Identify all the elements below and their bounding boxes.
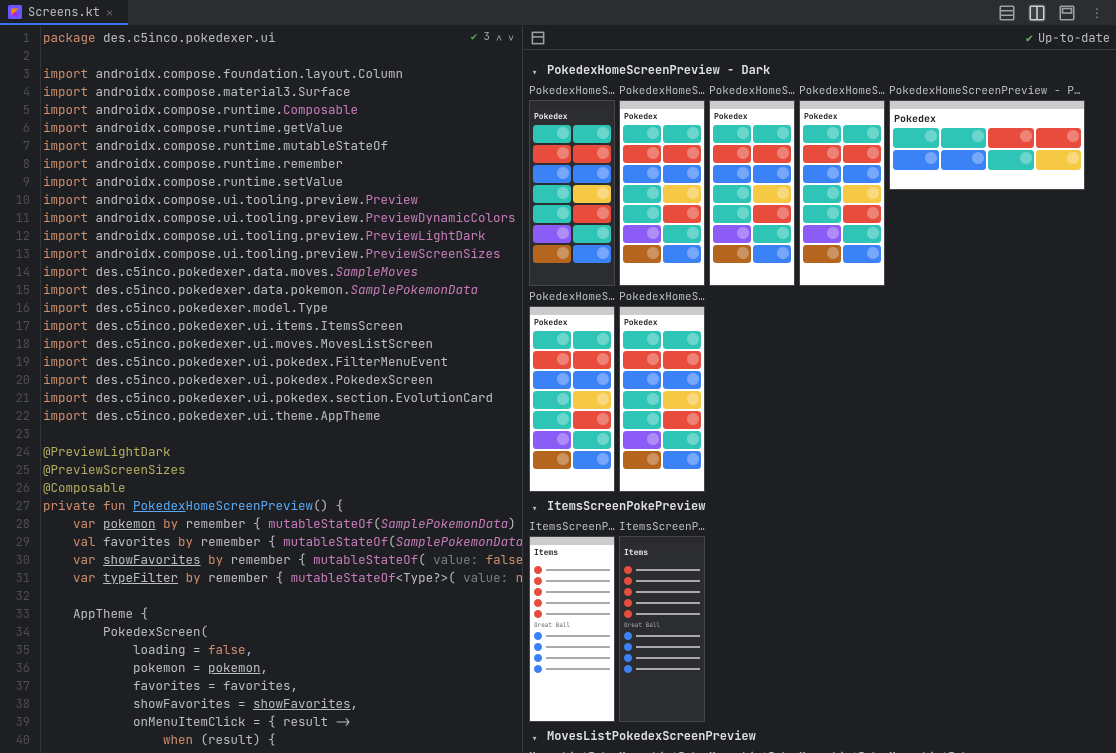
preview-group-title: MovesListPokedexScreenPreview xyxy=(547,728,756,744)
preview-cell: PokedexHomeScreenP... Pokedex xyxy=(619,84,705,286)
chevron-down-icon[interactable]: ∨ xyxy=(508,31,514,44)
chevron-down-icon: ▾ xyxy=(531,731,541,741)
preview-label: PokedexHomeScreenP... xyxy=(799,84,885,98)
preview-thumbnail[interactable]: ItemsGreat Ball xyxy=(619,536,705,722)
preview-group-title: PokedexHomeScreenPreview - Dark xyxy=(547,62,770,78)
editor-tab-bar: Screens.kt ✕ ⋮ xyxy=(0,0,1116,26)
file-tab-label: Screens.kt xyxy=(28,4,100,20)
file-tab[interactable]: Screens.kt ✕ xyxy=(0,0,128,25)
preview-label: PokedexHomeScreenP... xyxy=(529,84,615,98)
kotlin-file-icon xyxy=(8,5,22,19)
preview-label: PokedexHomeScreenP... xyxy=(529,290,615,304)
preview-thumbnail[interactable]: Pokedex xyxy=(799,100,885,286)
preview-thumbnail[interactable]: ItemsGreat Ball xyxy=(529,536,615,722)
preview-group-header[interactable]: ▾ MovesListPokedexScreenPreview xyxy=(531,728,1108,744)
preview-thumbnail[interactable]: Pokedex xyxy=(529,306,615,492)
preview-thumbnail[interactable]: Pokedex xyxy=(709,100,795,286)
editor-inspections[interactable]: ✔ 3 ∧ ∨ xyxy=(471,30,514,44)
preview-cell: PokedexHomeScreenP... Pokedex xyxy=(709,84,795,286)
preview-label: PokedexHomeScreenP... xyxy=(709,84,795,98)
preview-cell: PokedexHomeScreenP... Pokedex xyxy=(529,290,615,492)
code-editor[interactable]: 1234567891011121314151617181920212223242… xyxy=(0,26,522,753)
chevron-down-icon: ▾ xyxy=(531,501,541,511)
design-view-icon[interactable] xyxy=(1058,4,1076,22)
preview-thumbnail[interactable]: Pokedex xyxy=(889,100,1085,190)
code-area[interactable]: package des.c5inco.pokedexer.uiimport an… xyxy=(40,26,522,753)
preview-group-header[interactable]: ▾ PokedexHomeScreenPreview - Dark xyxy=(531,62,1108,78)
preview-cell: PokedexHomeScreenP... Pokedex xyxy=(799,84,885,286)
preview-status: Up-to-date xyxy=(1038,30,1110,46)
preview-scroll-area[interactable]: ▾ PokedexHomeScreenPreview - Dark PokedexH… xyxy=(523,50,1116,753)
preview-thumbnail[interactable]: Pokedex xyxy=(619,306,705,492)
preview-label: ItemsScreenPokePrevi... xyxy=(619,520,705,534)
chevron-up-icon[interactable]: ∧ xyxy=(496,31,502,44)
preview-group-title: ItemsScreenPokePreview xyxy=(547,498,705,514)
split-view-icon[interactable] xyxy=(1028,4,1046,22)
preview-cell: ItemsScreenPokePrevi... ItemsGreat Ball xyxy=(529,520,615,722)
preview-label: PokedexHomeScreenP... xyxy=(619,290,705,304)
preview-cell: PokedexHomeScreenP... Pokedex xyxy=(619,290,705,492)
preview-cell: PokedexHomeScreenPreview - Phone - Lands… xyxy=(889,84,1085,286)
problems-count: 3 xyxy=(483,30,490,44)
compose-preview-panel: ✔ Up-to-date ▾ PokedexHomeScreenPreview -… xyxy=(522,26,1116,753)
code-view-icon[interactable] xyxy=(998,4,1016,22)
preview-cell: ItemsScreenPokePrevi... ItemsGreat Ball xyxy=(619,520,705,722)
close-icon[interactable]: ✕ xyxy=(106,5,120,19)
preview-group-header[interactable]: ▾ ItemsScreenPokePreview xyxy=(531,498,1108,514)
preview-thumbnail[interactable]: Pokedex xyxy=(619,100,705,286)
editor-tabs-actions: ⋮ xyxy=(998,4,1116,22)
preview-refresh-icon[interactable] xyxy=(529,29,547,47)
chevron-down-icon: ▾ xyxy=(531,65,541,75)
inspection-check-icon: ✔ xyxy=(471,30,478,44)
preview-cell: PokedexHomeScreenP... Pokedex xyxy=(529,84,615,286)
line-gutter: 1234567891011121314151617181920212223242… xyxy=(0,26,40,753)
preview-label: PokedexHomeScreenP... xyxy=(619,84,705,98)
preview-thumbnail[interactable]: Pokedex xyxy=(529,100,615,286)
preview-toolbar: ✔ Up-to-date xyxy=(523,26,1116,50)
more-icon[interactable]: ⋮ xyxy=(1088,4,1106,22)
status-check-icon: ✔ xyxy=(1026,30,1033,46)
preview-label: PokedexHomeScreenPreview - Phone - Lands… xyxy=(889,84,1085,98)
preview-label: ItemsScreenPokePrevi... xyxy=(529,520,615,534)
